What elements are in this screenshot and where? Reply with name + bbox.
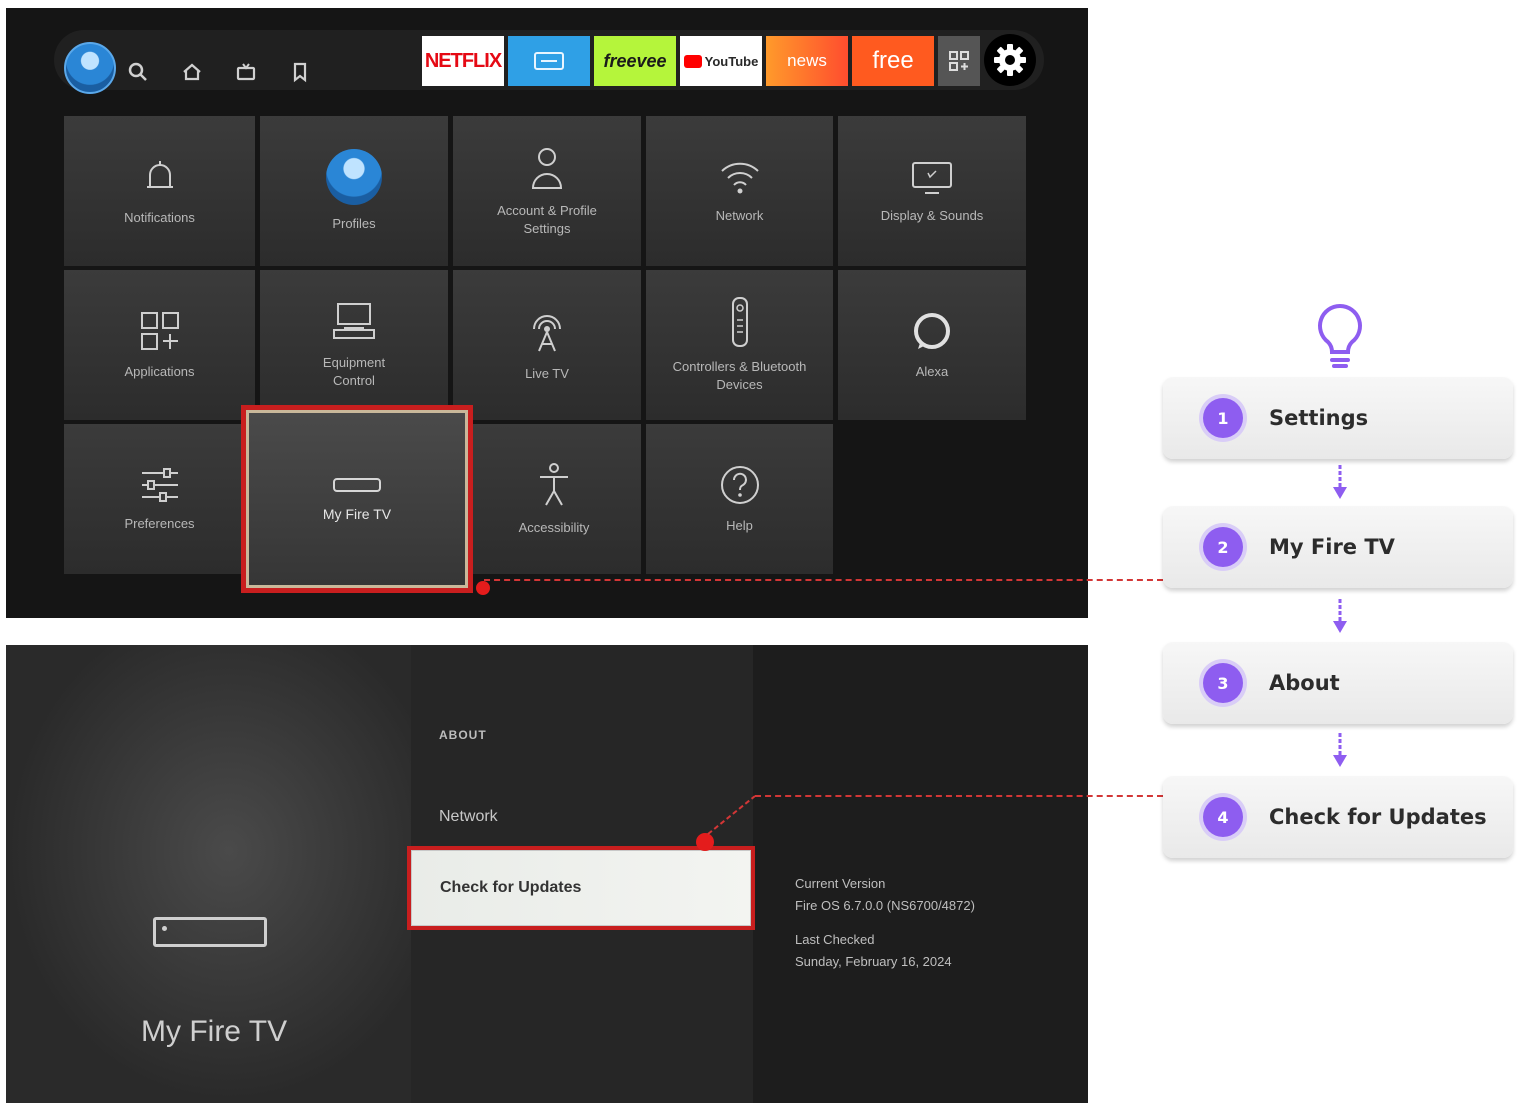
search-icon[interactable]: [124, 58, 152, 86]
callout-connector: [707, 795, 756, 835]
step-label: About: [1269, 671, 1340, 695]
section-label-about: ABOUT: [439, 728, 487, 742]
my-fire-tv-screen: My Fire TV ABOUT Network Check for Updat…: [6, 645, 1088, 1103]
fire-tv-device-icon: [333, 478, 381, 492]
tile-my-fire-tv[interactable]: My Fire TV: [246, 410, 468, 588]
callout-connector: [755, 795, 1163, 797]
youtube-app-tile[interactable]: YouTube: [680, 36, 762, 86]
remote-icon: [731, 297, 748, 347]
profile-avatar-icon[interactable]: [64, 42, 116, 94]
current-version-value: Fire OS 6.7.0.0 (NS6700/4872): [795, 898, 975, 913]
tile-help[interactable]: Help: [646, 424, 833, 574]
tile-live-tv[interactable]: Live TV: [453, 270, 641, 420]
tile-controllers-bluetooth[interactable]: Controllers & Bluetooth Devices: [646, 270, 833, 420]
person-icon: [531, 148, 563, 189]
home-icon[interactable]: [178, 58, 206, 86]
tile-alexa[interactable]: Alexa: [838, 270, 1026, 420]
youtube-play-icon: [683, 54, 702, 68]
step-my-fire-tv: 2 My Fire TV: [1163, 506, 1513, 588]
wifi-icon: [720, 162, 759, 194]
step-number-badge: 1: [1203, 398, 1243, 438]
bookmark-icon[interactable]: [286, 58, 314, 86]
fire-tv-settings-screen: NETFLIX freevee YouTube news free Notifi…: [6, 8, 1088, 618]
callout-connector: [484, 579, 1163, 581]
callout-dot: [476, 581, 490, 595]
profile-avatar-icon: [326, 149, 382, 205]
step-label: My Fire TV: [1269, 535, 1395, 559]
fire-tv-device-icon: [153, 917, 267, 947]
settings-gear-icon[interactable]: [984, 34, 1036, 86]
step-check-for-updates: 4 Check for Updates: [1163, 776, 1513, 858]
page-title: My Fire TV: [141, 1015, 288, 1048]
free-app-tile[interactable]: free: [852, 36, 934, 86]
menu-item-network[interactable]: Network: [439, 808, 498, 826]
equipment-icon: [333, 303, 375, 339]
alexa-ring-icon: [914, 313, 950, 349]
step-number-badge: 2: [1203, 527, 1243, 567]
tile-account-profile-settings[interactable]: Account & Profile Settings: [453, 116, 641, 266]
tile-preferences[interactable]: Preferences: [64, 424, 255, 574]
tile-network[interactable]: Network: [646, 116, 833, 266]
freevee-app-tile[interactable]: freevee: [594, 36, 676, 86]
step-settings: 1 Settings: [1163, 377, 1513, 459]
step-label: Settings: [1269, 406, 1369, 430]
accessibility-icon: [540, 463, 568, 506]
news-app-tile[interactable]: news: [766, 36, 848, 86]
apps-grid-icon: [140, 312, 179, 350]
step-number-badge: 4: [1203, 797, 1243, 837]
step-number-badge: 3: [1203, 663, 1243, 703]
step-about: 3 About: [1163, 642, 1513, 724]
antenna-icon: [533, 315, 561, 352]
display-icon: [912, 162, 952, 194]
arrow-down-icon: [1333, 465, 1347, 499]
prime-video-logo-icon: [534, 52, 564, 70]
all-apps-icon[interactable]: [938, 36, 980, 86]
last-checked-value: Sunday, February 16, 2024: [795, 954, 952, 969]
live-tv-icon[interactable]: [232, 58, 260, 86]
tile-accessibility[interactable]: Accessibility: [467, 424, 641, 574]
tile-equipment-control[interactable]: Equipment Control: [260, 270, 448, 420]
help-icon: [720, 466, 759, 504]
menu-item-check-for-updates[interactable]: Check for Updates: [411, 850, 751, 926]
step-label: Check for Updates: [1269, 805, 1487, 829]
arrow-down-icon: [1333, 599, 1347, 633]
tile-notifications[interactable]: Notifications: [64, 116, 255, 266]
netflix-app-tile[interactable]: NETFLIX: [422, 36, 504, 86]
tile-applications[interactable]: Applications: [64, 270, 255, 420]
tile-display-sounds[interactable]: Display & Sounds: [838, 116, 1026, 266]
bell-icon: [146, 161, 173, 188]
current-version-label: Current Version: [795, 876, 886, 891]
last-checked-label: Last Checked: [795, 932, 875, 947]
arrow-down-icon: [1333, 733, 1347, 767]
lightbulb-icon: [1318, 303, 1362, 368]
prime-video-app-tile[interactable]: [508, 36, 590, 86]
tile-profiles[interactable]: Profiles: [260, 116, 448, 266]
sliders-icon: [141, 468, 178, 502]
